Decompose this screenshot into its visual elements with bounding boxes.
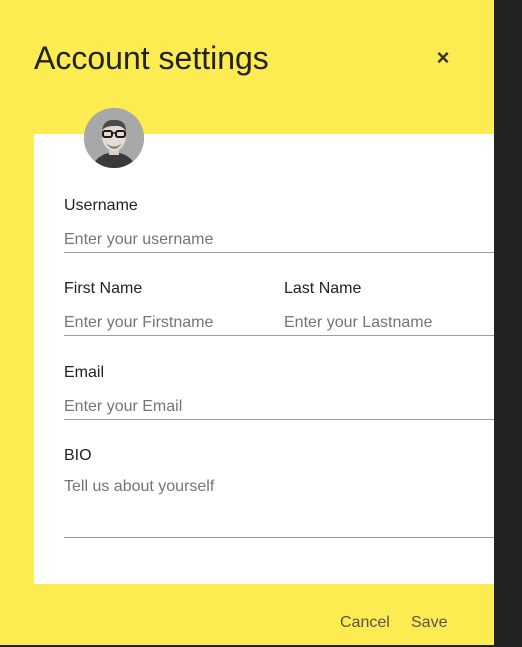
avatar[interactable] — [84, 108, 144, 168]
last-name-label: Last Name — [284, 280, 362, 297]
email-input[interactable] — [64, 394, 504, 420]
username-input[interactable] — [64, 227, 504, 253]
first-name-field: First Name — [64, 280, 284, 336]
last-name-input[interactable] — [284, 310, 504, 336]
avatar-photo-icon — [84, 108, 144, 168]
close-button[interactable]: × — [431, 44, 455, 72]
first-name-input[interactable] — [64, 310, 284, 336]
bio-textarea[interactable] — [64, 478, 504, 538]
username-field: Username — [64, 197, 504, 253]
last-name-field: Last Name — [284, 280, 504, 336]
username-label: Username — [64, 197, 138, 214]
cancel-button[interactable]: Cancel — [340, 614, 390, 632]
bio-field: BIO — [64, 447, 504, 538]
save-button[interactable]: Save — [411, 614, 447, 632]
bio-label: BIO — [64, 447, 92, 464]
email-field: Email — [64, 364, 504, 420]
backdrop-right — [494, 0, 522, 647]
modal-title: Account settings — [34, 40, 269, 76]
account-settings-modal: Account settings × Username First Name L… — [0, 0, 522, 645]
email-label: Email — [64, 364, 105, 381]
first-name-label: First Name — [64, 280, 143, 297]
